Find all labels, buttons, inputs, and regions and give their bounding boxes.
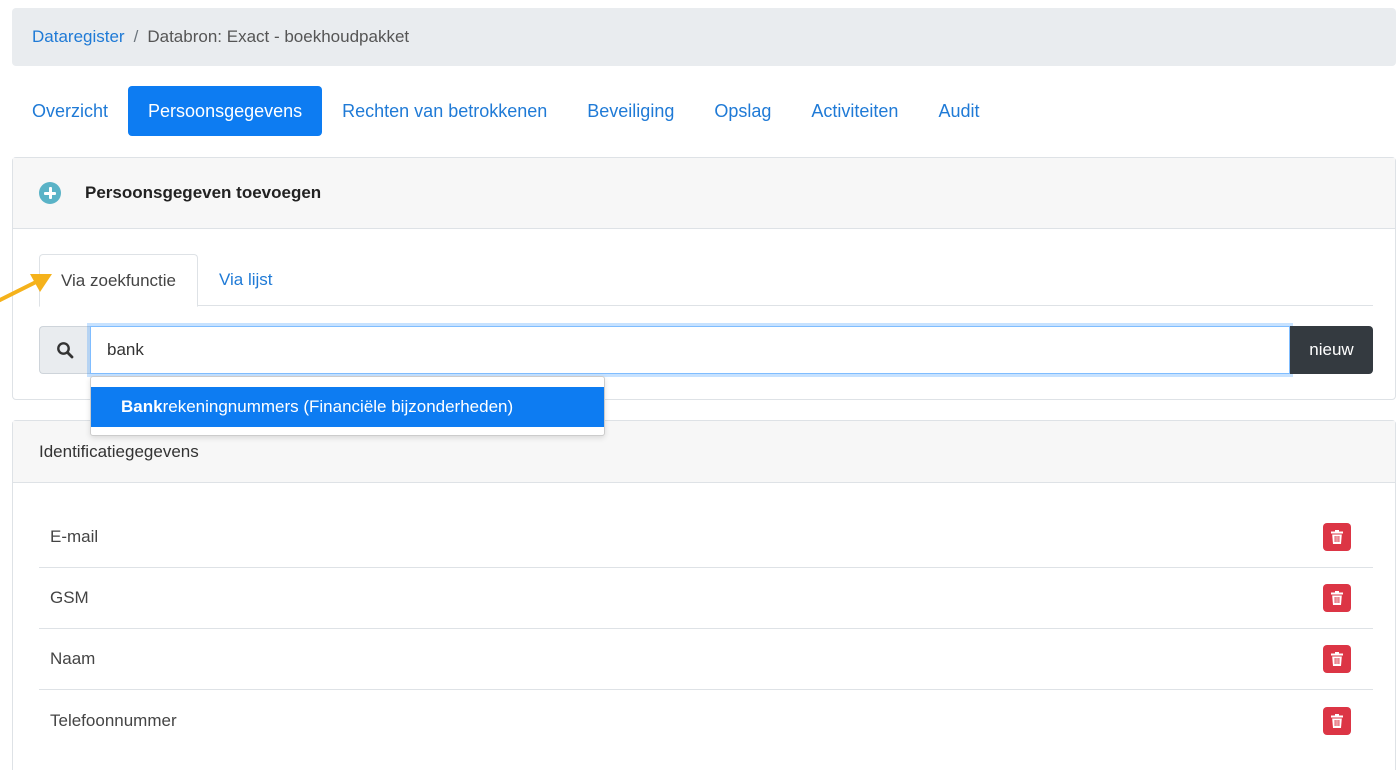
personal-data-list: E-mail GSM Naam Telefoonnummer <box>39 507 1373 751</box>
add-method-tabs: Via zoekfunctie Via lijst <box>39 254 1373 307</box>
list-item: E-mail <box>39 507 1373 568</box>
identification-card: Identificatiegegevens E-mail GSM Naam Te… <box>12 420 1396 770</box>
tab-overzicht[interactable]: Overzicht <box>12 86 128 136</box>
trash-icon <box>1331 652 1343 666</box>
delete-button[interactable] <box>1323 706 1351 735</box>
add-personal-data-card: Persoonsgegeven toevoegen Via zoekfuncti… <box>12 157 1396 400</box>
trash-icon <box>1331 530 1343 544</box>
breadcrumb-separator: / <box>133 27 139 46</box>
tab-persoonsgegevens[interactable]: Persoonsgegevens <box>128 86 323 136</box>
trash-icon <box>1331 591 1343 605</box>
list-item: GSM <box>39 568 1373 629</box>
autocomplete-dropdown: Bankrekeningnummers (Financiële bijzonde… <box>90 376 605 436</box>
list-item-label: E-mail <box>50 527 99 546</box>
search-icon <box>39 326 90 374</box>
delete-button[interactable] <box>1323 523 1351 551</box>
autocomplete-rest-text: rekeningnummers (Financiële bijzonderhed… <box>162 397 514 416</box>
list-item: Naam <box>39 629 1373 690</box>
search-row: nieuw <box>39 326 1373 374</box>
list-item-label: Telefoonnummer <box>50 710 177 730</box>
autocomplete-option[interactable]: Bankrekeningnummers (Financiële bijzonde… <box>91 387 604 427</box>
tab-opslag[interactable]: Opslag <box>694 86 791 136</box>
list-item-label: Naam <box>50 649 96 668</box>
list-item-label: GSM <box>50 588 89 607</box>
breadcrumb-link-dataregister[interactable]: Dataregister <box>32 27 125 47</box>
annotation-arrow-icon <box>0 274 52 302</box>
tab-rechten-van-betrokkenen[interactable]: Rechten van betrokkenen <box>322 86 567 136</box>
tab-activiteiten[interactable]: Activiteiten <box>791 86 918 136</box>
new-button[interactable]: nieuw <box>1290 326 1373 374</box>
delete-button[interactable] <box>1323 645 1351 673</box>
autocomplete-match-text: Bank <box>121 397 163 416</box>
add-card-header: Persoonsgegeven toevoegen <box>13 158 1395 229</box>
breadcrumb: Dataregister / Databron: Exact - boekhou… <box>12 8 1396 66</box>
tab-audit[interactable]: Audit <box>918 86 999 136</box>
add-card-title: Persoonsgegeven toevoegen <box>85 183 322 202</box>
list-item: Telefoonnummer <box>39 690 1373 751</box>
search-input[interactable] <box>90 326 1290 374</box>
delete-button[interactable] <box>1323 584 1351 612</box>
trash-icon <box>1331 713 1343 728</box>
breadcrumb-current: Databron: Exact - boekhoudpakket <box>147 27 410 46</box>
tab-via-lijst[interactable]: Via lijst <box>198 254 294 306</box>
main-tabs: Overzicht Persoonsgegevens Rechten van b… <box>12 86 999 136</box>
section-title: Identificatiegegevens <box>39 441 199 461</box>
plus-circle-icon <box>39 182 61 204</box>
tab-beveiliging[interactable]: Beveiliging <box>567 86 694 136</box>
